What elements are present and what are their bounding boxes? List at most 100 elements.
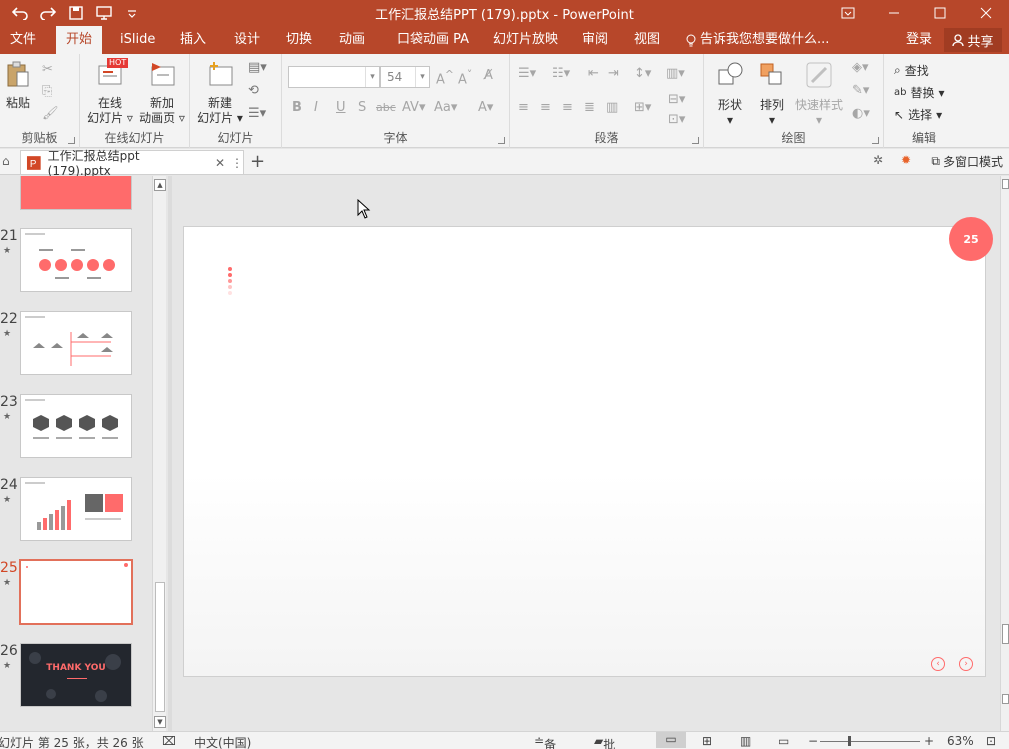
tab-file[interactable]: 文件 <box>0 26 46 54</box>
shape-fill-icon[interactable]: ◈▾ <box>852 60 869 75</box>
tell-me-search[interactable]: 告诉我您想要做什么... <box>686 26 829 54</box>
scroll-up-icon[interactable] <box>1002 179 1009 189</box>
align-center-icon[interactable]: ≡ <box>540 100 551 115</box>
cut-icon[interactable]: ✂ <box>42 62 53 77</box>
settings-gear-icon[interactable]: ✹ <box>901 153 911 167</box>
tab-home[interactable]: 开始 <box>56 26 103 54</box>
font-size-dropdown-icon[interactable]: ▾ <box>415 67 429 87</box>
slideshow-view-icon[interactable]: ▭ <box>778 734 789 748</box>
clear-format-icon[interactable]: A̸ <box>484 68 493 83</box>
tab-pocket-animation[interactable]: 口袋动画 PA <box>387 26 479 54</box>
scrollbar-thumb[interactable] <box>1002 624 1009 644</box>
tab-animations[interactable]: 动画 <box>329 26 375 54</box>
increase-indent-icon[interactable]: ⇥ <box>608 66 619 81</box>
tab-design[interactable]: 设计 <box>224 26 270 54</box>
bold-icon[interactable]: B <box>292 100 302 115</box>
current-slide[interactable]: ‹ › <box>183 226 986 677</box>
fit-to-window-icon[interactable]: ⊡ <box>986 734 996 748</box>
paragraph-launcher-icon[interactable] <box>692 137 699 144</box>
editor-scrollbar[interactable] <box>1000 176 1009 731</box>
bullets-icon[interactable]: ☰▾ <box>518 66 536 81</box>
columns-icon[interactable]: ▥▾ <box>666 66 685 81</box>
tab-slideshow[interactable]: 幻灯片放映 <box>483 26 568 54</box>
tab-islide[interactable]: iSlide <box>110 26 165 54</box>
shape-effects-icon[interactable]: ◐▾ <box>852 106 870 121</box>
add-tab-icon[interactable]: + <box>250 151 265 172</box>
text-direction-icon[interactable]: ⊞▾ <box>634 100 651 115</box>
scroll-up-icon[interactable]: ▲ <box>154 179 166 191</box>
pin-icon[interactable]: ✲ <box>873 153 883 167</box>
close-icon[interactable] <box>963 0 1009 26</box>
thumbnail-slide-25[interactable]: 25 ★ <box>0 559 152 630</box>
increase-font-icon[interactable]: A^ <box>436 68 454 87</box>
home-tab-icon[interactable]: ⌂ <box>2 154 10 168</box>
reading-view-icon[interactable]: ▥ <box>740 734 751 748</box>
thumbnail-slide-22[interactable]: 22 ★ <box>0 311 152 381</box>
font-launcher-icon[interactable] <box>498 137 505 144</box>
font-name-combo[interactable]: ▾ <box>288 66 380 88</box>
clipboard-launcher-icon[interactable] <box>68 137 75 144</box>
close-tab-icon[interactable]: ✕ <box>215 156 225 170</box>
shape-button[interactable]: 形状 ▾ <box>710 60 750 128</box>
find-button[interactable]: ⌕ 查找 <box>894 62 929 79</box>
language-status[interactable]: 中文(中国) <box>194 734 251 749</box>
tab-review[interactable]: 审阅 <box>572 26 618 54</box>
paste-button[interactable]: 粘贴 <box>4 60 32 111</box>
thumbnail-slide-20[interactable] <box>0 176 152 216</box>
reset-icon[interactable]: ⟲ <box>248 83 259 98</box>
distributed-icon[interactable]: ▥ <box>606 100 618 115</box>
tab-transitions[interactable]: 切换 <box>276 26 322 54</box>
notes-button[interactable]: ≐ 备注 <box>534 734 556 749</box>
document-tab[interactable]: P 工作汇报总结ppt (179).pptx ✕ ⋮ <box>20 149 244 178</box>
tab-more-icon[interactable]: ⋮ <box>231 156 243 170</box>
zoom-in-icon[interactable]: + <box>924 734 934 748</box>
strikethrough-icon[interactable]: abc <box>376 101 396 114</box>
thumbnail-slide-26[interactable]: 26 ★ THANK YOU <box>0 643 152 713</box>
normal-view-icon[interactable]: ▭ <box>656 732 686 748</box>
layout-icon[interactable]: ▤▾ <box>248 60 267 75</box>
ribbon-display-options-icon[interactable] <box>825 0 871 26</box>
section-icon[interactable]: ☰▾ <box>248 106 266 121</box>
drawing-launcher-icon[interactable] <box>872 137 879 144</box>
multi-window-button[interactable]: ✲ ✹ ⧉ 多窗口模式 <box>873 153 1003 170</box>
underline-icon[interactable]: U <box>336 100 346 115</box>
tab-insert[interactable]: 插入 <box>170 26 216 54</box>
new-animation-page-button[interactable]: 新加 动画页 ▿ <box>136 60 188 126</box>
font-name-dropdown-icon[interactable]: ▾ <box>365 67 379 87</box>
scroll-down-icon[interactable] <box>1002 694 1009 704</box>
align-right-icon[interactable]: ≡ <box>562 100 573 115</box>
tab-view[interactable]: 视图 <box>624 26 670 54</box>
align-text-icon[interactable]: ⊟▾ <box>668 92 685 107</box>
spell-check-icon[interactable]: ⌧ <box>162 734 176 748</box>
thumbnail-slide-24[interactable]: 24 ★ <box>0 477 152 547</box>
font-color-icon[interactable]: A▾ <box>478 100 493 115</box>
arrange-button[interactable]: 排列 ▾ <box>752 60 792 128</box>
minimize-icon[interactable] <box>871 0 917 26</box>
zoom-slider-thumb[interactable] <box>848 736 851 746</box>
maximize-icon[interactable] <box>917 0 963 26</box>
quick-style-button[interactable]: 快速样式 ▾ <box>794 60 844 128</box>
comments-button[interactable]: ▰ 批注 <box>594 734 615 749</box>
shadow-icon[interactable]: S <box>358 100 366 115</box>
slide-sorter-icon[interactable]: ⊞ <box>702 734 712 748</box>
decrease-indent-icon[interactable]: ⇤ <box>588 66 599 81</box>
thumbnail-slide-21[interactable]: 21 ★ <box>0 228 152 298</box>
shape-outline-icon[interactable]: ✎▾ <box>852 83 869 98</box>
share-button[interactable]: 共享 <box>944 28 1002 52</box>
font-size-combo[interactable]: 54 ▾ <box>380 66 430 88</box>
change-case-icon[interactable]: Aa▾ <box>434 100 457 115</box>
replace-button[interactable]: ab 替换 ▾ <box>894 84 945 101</box>
justify-icon[interactable]: ≣ <box>584 100 595 115</box>
copy-icon[interactable]: ⎘ <box>42 84 52 99</box>
line-spacing-icon[interactable]: ↕▾ <box>634 66 651 81</box>
thumbnail-scrollbar[interactable]: ▲ ▼ <box>152 176 166 731</box>
smartart-icon[interactable]: ⊡▾ <box>668 112 685 127</box>
online-slides-button[interactable]: HOT 在线 幻灯片 ▿ <box>84 58 136 126</box>
scroll-down-icon[interactable]: ▼ <box>154 716 166 728</box>
italic-icon[interactable]: I <box>314 100 318 115</box>
zoom-slider[interactable] <box>820 741 920 742</box>
new-slide-button[interactable]: 新建 幻灯片 ▾ <box>194 60 246 126</box>
char-spacing-icon[interactable]: AV▾ <box>402 100 425 115</box>
zoom-out-icon[interactable]: − <box>808 734 818 748</box>
login-link[interactable]: 登录 <box>906 26 932 54</box>
